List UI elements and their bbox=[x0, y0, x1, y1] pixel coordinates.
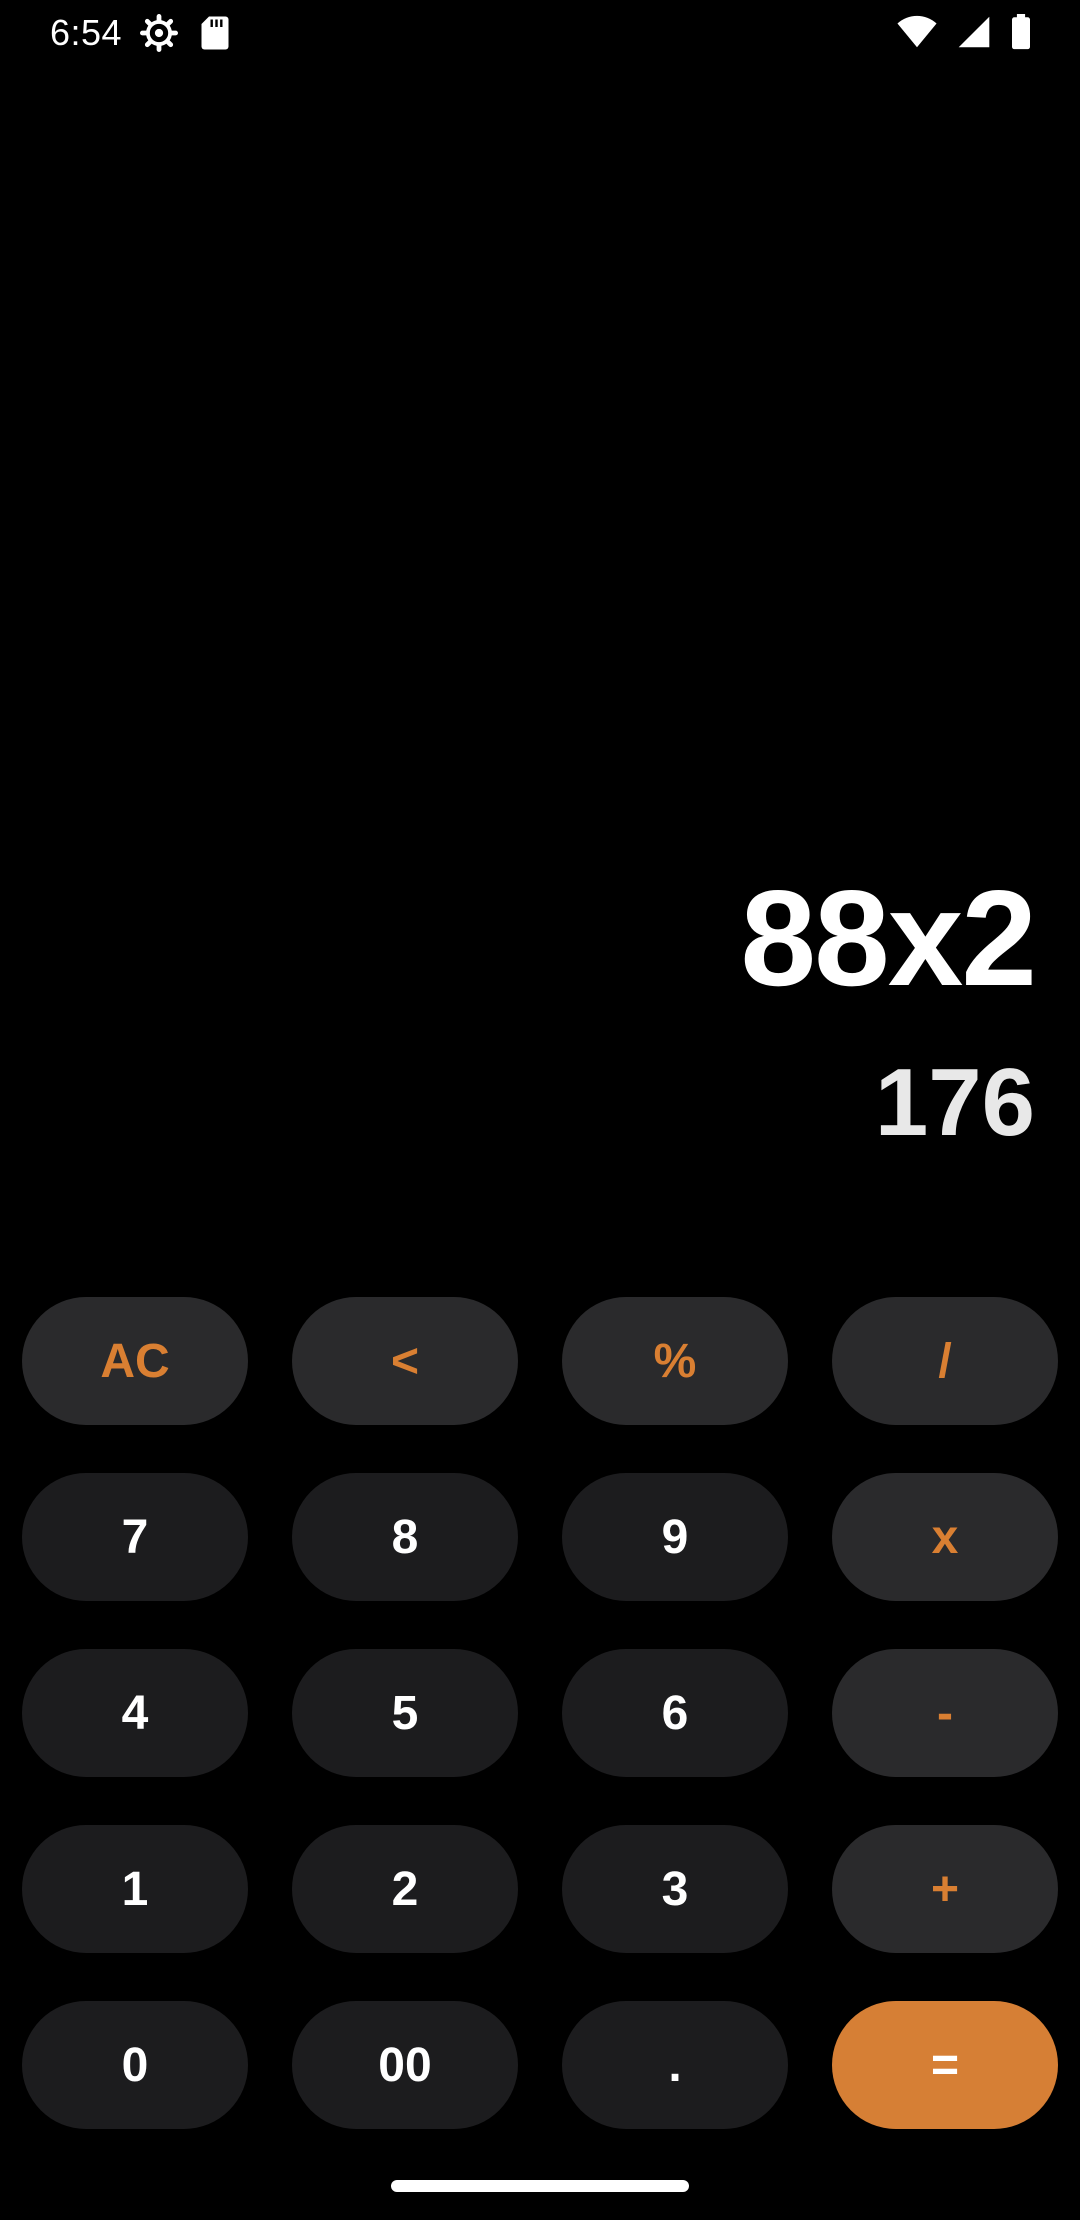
decimal-point-button[interactable]: . bbox=[562, 2001, 788, 2129]
result-text: 176 bbox=[874, 1049, 1035, 1156]
digit-1-button[interactable]: 1 bbox=[22, 1825, 248, 1953]
percent-button[interactable]: % bbox=[562, 1297, 788, 1425]
divide-button[interactable]: / bbox=[832, 1297, 1058, 1425]
subtract-button[interactable]: - bbox=[832, 1649, 1058, 1777]
home-indicator[interactable] bbox=[391, 2180, 689, 2192]
status-time: 6:54 bbox=[50, 12, 123, 53]
digit-8-button[interactable]: 8 bbox=[292, 1473, 518, 1601]
digit-0-button[interactable]: 0 bbox=[22, 2001, 248, 2129]
digit-5-button[interactable]: 5 bbox=[292, 1649, 518, 1777]
sd-card-icon bbox=[200, 15, 230, 51]
battery-icon bbox=[1010, 14, 1032, 50]
calculator-display: 88x2 176 bbox=[0, 850, 1080, 1170]
status-bar: 6:54 bbox=[0, 0, 1080, 66]
add-button[interactable]: + bbox=[832, 1825, 1058, 1953]
all-clear-button[interactable]: AC bbox=[22, 1297, 248, 1425]
wifi-icon bbox=[896, 15, 938, 49]
status-left-icons bbox=[140, 14, 230, 52]
expression-text: 88x2 bbox=[740, 862, 1037, 1014]
digit-4-button[interactable]: 4 bbox=[22, 1649, 248, 1777]
status-right-icons bbox=[896, 14, 1032, 50]
settings-icon bbox=[140, 14, 178, 52]
multiply-button[interactable]: x bbox=[832, 1473, 1058, 1601]
digit-9-button[interactable]: 9 bbox=[562, 1473, 788, 1601]
cellular-signal-icon bbox=[956, 15, 992, 49]
double-zero-button[interactable]: 00 bbox=[292, 2001, 518, 2129]
backspace-button[interactable]: < bbox=[292, 1297, 518, 1425]
digit-6-button[interactable]: 6 bbox=[562, 1649, 788, 1777]
digit-7-button[interactable]: 7 bbox=[22, 1473, 248, 1601]
digit-3-button[interactable]: 3 bbox=[562, 1825, 788, 1953]
digit-2-button[interactable]: 2 bbox=[292, 1825, 518, 1953]
keypad: AC <%/7 8 9 x 4 5 6-1 2 3 +0 00. = bbox=[22, 1297, 1058, 2129]
equals-button[interactable]: = bbox=[832, 2001, 1058, 2129]
